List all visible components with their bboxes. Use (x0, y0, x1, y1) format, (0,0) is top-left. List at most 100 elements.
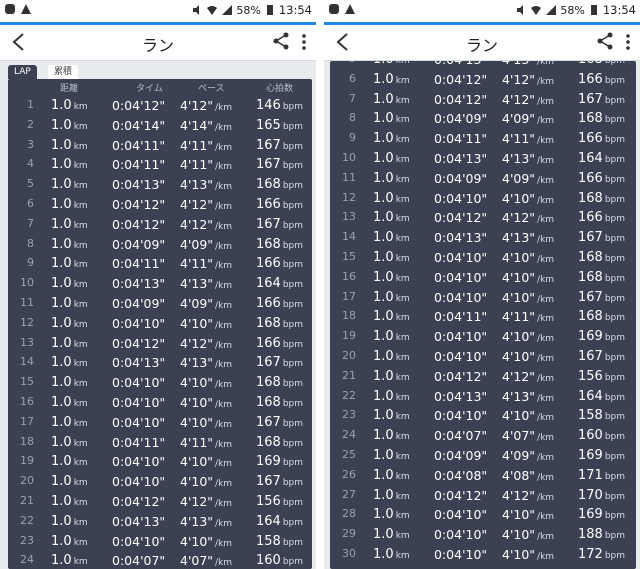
lap-heart-rate-unit: bpm (282, 141, 304, 152)
signal-icon (546, 5, 557, 15)
lap-heart-rate-value: 172 (578, 546, 603, 562)
lap-table[interactable]: 51.0km0:04'13"4'13"/km168bpm61.0km0:04'1… (330, 61, 636, 569)
lap-distance-value: 1.0 (373, 348, 394, 364)
lap-number: 7 (330, 92, 356, 105)
status-right-icons: 58% 13:54 (515, 3, 636, 17)
lap-heart-rate-value: 168 (256, 315, 281, 331)
lap-time-value: 0:04'07" (112, 553, 166, 569)
lap-pace: 4'08"/km (502, 468, 554, 483)
lap-time: 0:04'13" (112, 276, 165, 291)
lap-heart-rate-value: 166 (578, 71, 603, 87)
lap-heart-rate: 167 bpm (256, 474, 303, 489)
lap-number-value: 23 (342, 408, 356, 422)
table-row: 11 1.0 km 0:04'09" 4'09"/km 166 bpm (330, 168, 636, 188)
tab-lap[interactable]: LAP (8, 65, 37, 79)
lap-pace-value: 4'14" (180, 117, 214, 133)
lap-pace: 4'09"/km (180, 237, 232, 252)
lap-distance: 1.0km (51, 435, 88, 450)
lap-distance: 1.0km (373, 171, 410, 186)
lap-number-value: 26 (342, 467, 356, 481)
table-row: 10 1.0 km 0:04'13" 4'13"/km 164 bpm (330, 148, 636, 168)
lap-time: 0:04'12" (434, 72, 487, 87)
lap-heart-rate-value: 169 (578, 329, 603, 345)
lap-heart-rate-unit: bpm (282, 121, 304, 132)
lap-heart-rate-value: 167 (256, 216, 281, 232)
lap-pace-value: 4'10" (180, 394, 214, 410)
lap-distance-unit: km (395, 451, 410, 462)
lap-heart-rate: 165 bpm (256, 118, 303, 133)
more-options-icon[interactable] (298, 32, 310, 52)
lap-distance: 1.0km (373, 191, 410, 206)
lap-distance: 1.0km (373, 131, 410, 146)
lap-number: 16 (8, 395, 34, 408)
lap-distance-value: 1.0 (373, 546, 394, 562)
lap-distance-unit: km (73, 319, 88, 330)
lap-pace: 4'09"/km (180, 296, 232, 311)
lap-distance: 1.0km (373, 507, 410, 522)
lap-distance: 1.0km (51, 534, 88, 549)
share-icon[interactable] (272, 32, 290, 50)
lap-pace: 4'11"/km (180, 435, 232, 450)
lap-distance-value: 1.0 (51, 276, 72, 292)
lap-heart-rate-unit: bpm (282, 517, 304, 528)
lap-time-value: 0:04'12" (434, 71, 488, 87)
lap-distance-unit: km (73, 497, 88, 508)
lap-distance-value: 1.0 (51, 335, 72, 351)
lap-distance: 1.0km (51, 217, 88, 232)
lap-pace-unit: /km (537, 175, 555, 186)
lap-number-value: 23 (20, 533, 34, 547)
lap-heart-rate-unit: bpm (604, 174, 626, 185)
lap-pace: 4'10"/km (502, 547, 554, 562)
lap-heart-rate: 166 bpm (578, 210, 625, 225)
lap-pace: 4'11"/km (502, 309, 554, 324)
lap-distance-value: 1.0 (373, 309, 394, 325)
lap-time: 0:04'07" (434, 428, 487, 443)
lap-number: 6 (8, 197, 34, 210)
table-row: 12 1.0 km 0:04'10" 4'10"/km 168 bpm (330, 188, 636, 208)
lap-time: 0:04'10" (434, 527, 487, 542)
battery-percent: 58% (236, 3, 261, 17)
lap-time-value: 0:04'10" (434, 329, 488, 345)
more-options-icon[interactable] (622, 32, 634, 52)
share-icon[interactable] (596, 32, 614, 50)
lap-pace-unit: /km (215, 340, 233, 351)
lap-distance: 1.0km (373, 92, 410, 107)
lap-pace-value: 4'10" (180, 375, 214, 391)
lap-pace-unit: /km (215, 558, 233, 569)
table-row: 19 1.0 km 0:04'10" 4'10"/km 169 bpm (330, 326, 636, 346)
lap-heart-rate: 166 bpm (578, 131, 625, 146)
lap-heart-rate-value: 168 (578, 111, 603, 127)
lap-heart-rate-unit: bpm (604, 412, 626, 423)
lap-time-value: 0:04'10" (434, 348, 488, 364)
lap-time-value: 0:04'10" (434, 408, 488, 424)
lap-time-value: 0:04'09" (434, 170, 488, 186)
lap-number-value: 18 (20, 434, 34, 448)
lap-pace-value: 4'13" (180, 355, 214, 371)
tab-cumulative[interactable]: 累積 (48, 65, 79, 79)
lap-pace-value: 4'09" (502, 111, 536, 127)
lap-pace: 4'11"/km (180, 157, 232, 172)
lap-heart-rate-value: 164 (256, 276, 281, 292)
lap-heart-rate-unit: bpm (604, 333, 626, 344)
lap-time-value: 0:04'10" (434, 507, 488, 523)
lap-pace-value: 4'10" (180, 474, 214, 490)
lap-time: 0:04'12" (112, 494, 165, 509)
screenshot-divider (316, 0, 324, 569)
lap-distance-value: 1.0 (51, 493, 72, 509)
table-row: 14 1.0 km 0:04'13" 4'13"/km 167 bpm (330, 227, 636, 247)
lap-distance: 1.0km (373, 250, 410, 265)
lap-distance-unit: km (73, 299, 88, 310)
lap-number: 20 (330, 349, 356, 362)
lap-time: 0:04'10" (434, 408, 487, 423)
table-row: 19 1.0 km 0:04'10" 4'10"/km 169 bpm (8, 451, 312, 471)
notification-icon (329, 4, 339, 14)
table-row: 22 1.0 km 0:04'13" 4'13"/km 164 bpm (8, 511, 312, 531)
lap-number-value: 20 (20, 474, 34, 488)
lap-heart-rate-value: 166 (256, 196, 281, 212)
lap-number-value: 21 (342, 368, 356, 382)
lap-distance: 1.0km (51, 256, 88, 271)
table-row: 24 1.0 km 0:04'07" 4'07"/km 160 bpm (330, 425, 636, 445)
table-row: 23 1.0 km 0:04'10" 4'10"/km 158 bpm (330, 405, 636, 425)
lap-heart-rate: 158 bpm (256, 534, 303, 549)
table-row: 8 1.0 km 0:04'09" 4'09"/km 168 bpm (8, 234, 312, 254)
